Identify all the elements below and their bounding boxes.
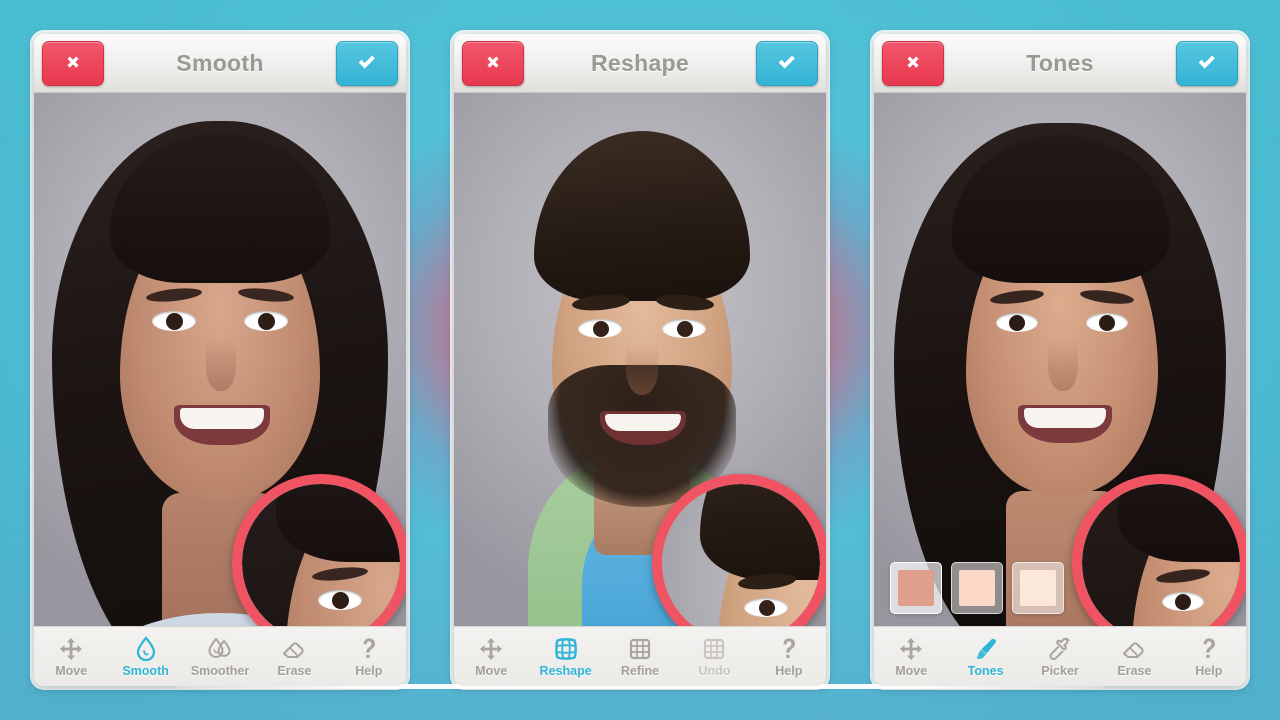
tool-label: Reshape: [539, 663, 592, 678]
close-x-icon: [901, 51, 925, 75]
confirm-button[interactable]: [336, 40, 398, 86]
panel-reshape: Reshape Move Reshape Refine Undo Help: [454, 34, 826, 686]
tool-erase[interactable]: Erase: [1097, 627, 1171, 686]
tool-bar: Move Smooth Smoother Erase Help: [34, 626, 406, 686]
tone-swatch-strip: [890, 562, 1064, 614]
portrait-man-beard-curly-hair-before: [662, 484, 820, 626]
tool-tones[interactable]: Tones: [948, 627, 1022, 686]
loupe-preview-image: [1082, 484, 1240, 626]
close-x-icon: [481, 51, 505, 75]
tool-label: Erase: [1117, 663, 1152, 678]
tool-erase[interactable]: Erase: [257, 627, 331, 686]
checkmark-icon: [1195, 51, 1219, 75]
confirm-button[interactable]: [756, 40, 818, 86]
undo-icon: [701, 636, 727, 662]
move-arrows-icon: [898, 636, 924, 662]
tool-help[interactable]: Help: [752, 627, 826, 686]
cancel-button[interactable]: [42, 40, 104, 86]
tone-swatch-2[interactable]: [951, 562, 1003, 614]
before-preview-loupe[interactable]: [1072, 474, 1246, 626]
brush-icon: [973, 636, 999, 662]
tool-label: Help: [355, 663, 383, 678]
loupe-preview-image: [662, 484, 820, 626]
tool-smoother[interactable]: Smoother: [183, 627, 257, 686]
panel-header: Smooth: [34, 34, 406, 93]
swatch-color-chip: [898, 570, 934, 606]
panel-header: Tones: [874, 34, 1246, 93]
panel-row: Smooth Move Smooth Smoother Erase Help R…: [0, 0, 1280, 720]
tool-reshape[interactable]: Reshape: [528, 627, 602, 686]
cancel-button[interactable]: [882, 40, 944, 86]
tool-help[interactable]: Help: [1172, 627, 1246, 686]
fine-grid-icon: [627, 636, 653, 662]
tool-label: Erase: [277, 663, 312, 678]
cancel-button[interactable]: [462, 40, 524, 86]
tool-label: Help: [775, 663, 803, 678]
tool-label: Picker: [1041, 663, 1079, 678]
photo-canvas[interactable]: [454, 93, 826, 626]
tool-picker[interactable]: Picker: [1023, 627, 1097, 686]
tool-refine[interactable]: Refine: [603, 627, 677, 686]
tool-label: Smoother: [190, 663, 250, 678]
tool-help[interactable]: Help: [332, 627, 406, 686]
panel-tones: Tones Move Tones Picker Erase Help: [874, 34, 1246, 686]
tool-move[interactable]: Move: [454, 627, 528, 686]
eraser-icon: [281, 636, 307, 662]
tool-undo: Undo: [677, 627, 751, 686]
tool-label: Move: [475, 663, 508, 678]
close-x-icon: [61, 51, 85, 75]
tone-swatch-1[interactable]: [890, 562, 942, 614]
tone-swatch-3[interactable]: [1012, 562, 1064, 614]
tool-label: Smooth: [122, 663, 169, 678]
question-mark-icon: [1196, 636, 1222, 662]
swatch-color-chip: [959, 570, 995, 606]
confirm-button[interactable]: [1176, 40, 1238, 86]
panel-header: Reshape: [454, 34, 826, 93]
tool-label: Move: [55, 663, 88, 678]
tool-move[interactable]: Move: [34, 627, 108, 686]
checkmark-icon: [355, 51, 379, 75]
tool-move[interactable]: Move: [874, 627, 948, 686]
before-preview-loupe[interactable]: [232, 474, 406, 626]
swatch-color-chip: [1020, 570, 1056, 606]
tool-label: Undo: [698, 663, 731, 678]
tool-label: Help: [1195, 663, 1223, 678]
double-droplet-icon: [207, 636, 233, 662]
photo-canvas[interactable]: [874, 93, 1246, 626]
tool-label: Move: [895, 663, 928, 678]
checkmark-icon: [775, 51, 799, 75]
mesh-grid-icon: [553, 636, 579, 662]
panel-smooth: Smooth Move Smooth Smoother Erase Help: [34, 34, 406, 686]
before-preview-loupe[interactable]: [652, 474, 826, 626]
tool-bar: Move Reshape Refine Undo Help: [454, 626, 826, 686]
eraser-icon: [1121, 636, 1147, 662]
question-mark-icon: [776, 636, 802, 662]
eyedropper-icon: [1047, 636, 1073, 662]
move-arrows-icon: [478, 636, 504, 662]
tool-smooth[interactable]: Smooth: [108, 627, 182, 686]
photo-canvas[interactable]: [34, 93, 406, 626]
move-arrows-icon: [58, 636, 84, 662]
question-mark-icon: [356, 636, 382, 662]
loupe-preview-image: [242, 484, 400, 626]
portrait-woman-dark-hair-smiling-before: [1082, 484, 1240, 626]
tool-label: Refine: [620, 663, 660, 678]
droplet-icon: [133, 635, 159, 662]
tool-bar: Move Tones Picker Erase Help: [874, 626, 1246, 686]
tool-label: Tones: [967, 663, 1004, 678]
portrait-woman-long-dark-hair-before: [242, 484, 400, 626]
